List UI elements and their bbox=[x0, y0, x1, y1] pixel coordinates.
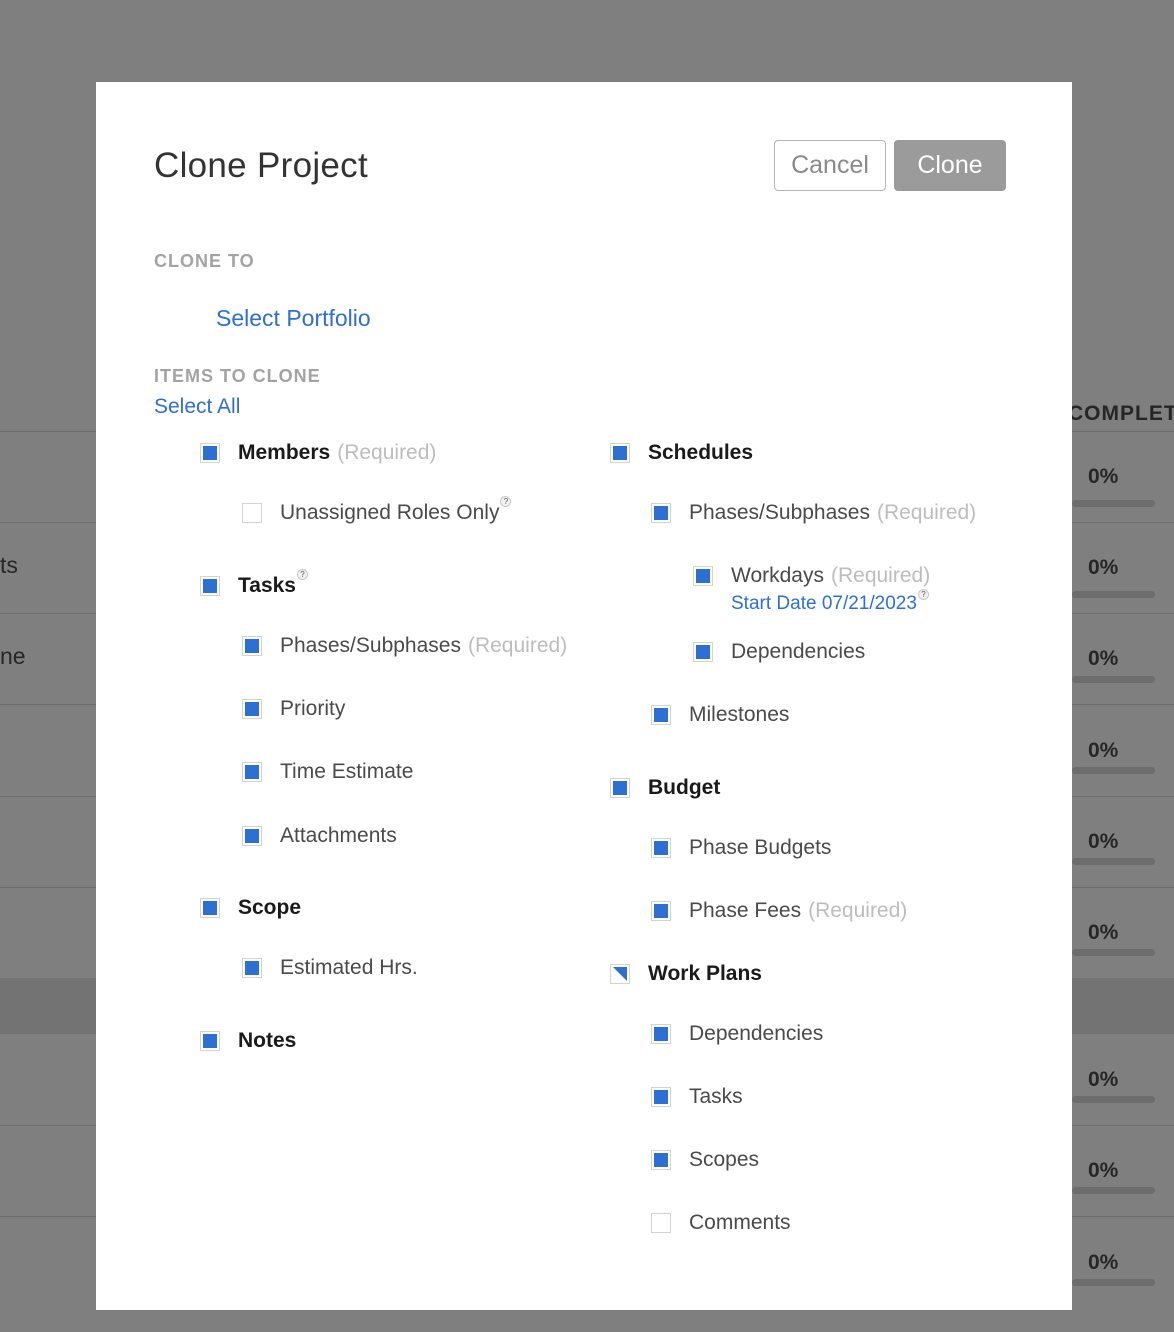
schedules-checkbox[interactable] bbox=[610, 443, 630, 463]
phase-fees-checkbox[interactable] bbox=[651, 901, 671, 921]
members-checkbox[interactable] bbox=[200, 443, 220, 463]
schedules-phases-checkbox[interactable] bbox=[651, 503, 671, 523]
clone-project-modal: Clone Project Cancel Clone CLONE TO Sele… bbox=[96, 82, 1072, 1310]
bg-percent: 0% bbox=[1088, 647, 1119, 670]
bg-row-fragment: ne bbox=[0, 643, 26, 669]
estimated-hrs-checkbox[interactable] bbox=[242, 958, 262, 978]
option-schedules[interactable]: Schedules bbox=[610, 441, 753, 465]
option-time-estimate[interactable]: Time Estimate bbox=[242, 760, 413, 784]
priority-checkbox[interactable] bbox=[242, 699, 262, 719]
wp-comments-checkbox[interactable] bbox=[651, 1213, 671, 1233]
option-budget[interactable]: Budget bbox=[610, 776, 720, 800]
option-tasks[interactable]: Tasks ? bbox=[200, 568, 308, 598]
option-wp-scopes[interactable]: Scopes bbox=[651, 1148, 759, 1172]
dependencies-checkbox[interactable] bbox=[693, 642, 713, 662]
notes-checkbox[interactable] bbox=[200, 1031, 220, 1051]
bg-percent: 0% bbox=[1088, 1159, 1119, 1182]
bg-percent: 0% bbox=[1088, 1251, 1119, 1274]
milestones-checkbox[interactable] bbox=[651, 705, 671, 725]
option-phase-budgets[interactable]: Phase Budgets bbox=[651, 836, 831, 860]
bg-percent: 0% bbox=[1088, 465, 1119, 488]
tasks-phases-checkbox[interactable] bbox=[242, 636, 262, 656]
time-estimate-checkbox[interactable] bbox=[242, 762, 262, 782]
workdays-checkbox[interactable] bbox=[693, 566, 713, 586]
option-wp-dependencies[interactable]: Dependencies bbox=[651, 1022, 823, 1046]
work-plans-checkbox[interactable] bbox=[610, 964, 630, 984]
option-work-plans[interactable]: Work Plans bbox=[610, 962, 762, 986]
option-milestones[interactable]: Milestones bbox=[651, 703, 789, 727]
required-note: (Required) bbox=[808, 899, 908, 922]
cancel-button[interactable]: Cancel bbox=[774, 140, 886, 191]
option-estimated-hrs[interactable]: Estimated Hrs. bbox=[242, 956, 418, 980]
help-icon[interactable]: ? bbox=[917, 589, 929, 600]
bg-percent: 0% bbox=[1088, 830, 1119, 853]
column-header-completed: COMPLETED bbox=[1072, 402, 1174, 425]
option-priority[interactable]: Priority bbox=[242, 697, 345, 721]
option-unassigned-roles-only[interactable]: Unassigned Roles Only ? bbox=[242, 495, 512, 525]
required-note: (Required) bbox=[337, 441, 437, 464]
start-date-link[interactable]: Start Date 07/21/2023? bbox=[731, 589, 929, 615]
bg-percent: 0% bbox=[1088, 1068, 1119, 1091]
modal-title: Clone Project bbox=[154, 146, 369, 185]
option-wp-comments[interactable]: Comments bbox=[651, 1211, 791, 1235]
clone-to-label: CLONE TO bbox=[154, 251, 255, 271]
option-phase-fees[interactable]: Phase Fees (Required) bbox=[651, 899, 907, 923]
help-icon[interactable]: ? bbox=[297, 568, 308, 580]
clone-button[interactable]: Clone bbox=[894, 140, 1006, 191]
option-dependencies[interactable]: Dependencies bbox=[693, 640, 865, 664]
select-portfolio-link[interactable]: Select Portfolio bbox=[216, 305, 371, 332]
phase-budgets-checkbox[interactable] bbox=[651, 838, 671, 858]
option-schedules-phases[interactable]: Phases/Subphases (Required) bbox=[651, 501, 976, 525]
attachments-checkbox[interactable] bbox=[242, 826, 262, 846]
bg-percent: 0% bbox=[1088, 739, 1119, 762]
bg-row-fragment: ts bbox=[0, 552, 18, 578]
option-notes[interactable]: Notes bbox=[200, 1029, 296, 1053]
required-note: (Required) bbox=[830, 564, 931, 587]
wp-scopes-checkbox[interactable] bbox=[651, 1150, 671, 1170]
select-all-link[interactable]: Select All bbox=[154, 395, 240, 419]
required-note: (Required) bbox=[467, 634, 568, 657]
option-wp-tasks[interactable]: Tasks bbox=[651, 1085, 743, 1109]
unassigned-roles-checkbox[interactable] bbox=[242, 503, 262, 523]
wp-dependencies-checkbox[interactable] bbox=[651, 1024, 671, 1044]
required-note: (Required) bbox=[876, 501, 977, 524]
bg-percent: 0% bbox=[1088, 921, 1119, 944]
wp-tasks-checkbox[interactable] bbox=[651, 1087, 671, 1107]
option-tasks-phases[interactable]: Phases/Subphases (Required) bbox=[242, 634, 567, 658]
option-scope[interactable]: Scope bbox=[200, 896, 301, 920]
option-members[interactable]: Members (Required) bbox=[200, 441, 436, 465]
budget-checkbox[interactable] bbox=[610, 778, 630, 798]
option-workdays[interactable]: Workdays (Required) bbox=[693, 564, 930, 588]
items-to-clone-label: ITEMS TO CLONE bbox=[154, 366, 321, 386]
help-icon[interactable]: ? bbox=[500, 495, 512, 507]
scope-checkbox[interactable] bbox=[200, 898, 220, 918]
tasks-checkbox[interactable] bbox=[200, 576, 220, 596]
bg-percent: 0% bbox=[1088, 556, 1119, 579]
option-attachments[interactable]: Attachments bbox=[242, 824, 397, 848]
